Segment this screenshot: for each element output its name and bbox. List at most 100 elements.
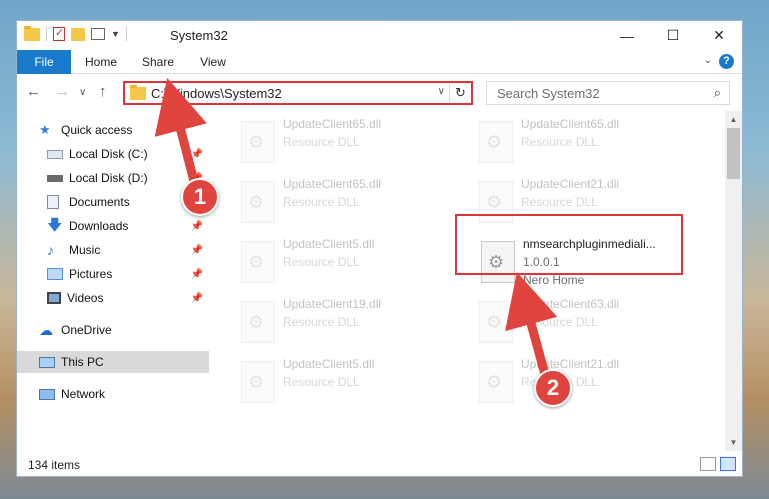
sidebar-item-label: Pictures bbox=[69, 267, 113, 281]
file-type: Resource DLL bbox=[283, 375, 360, 389]
navigation-pane: ★ Quick access Local Disk (C:) 📌 Local D… bbox=[17, 111, 209, 451]
scrollbar-thumb[interactable] bbox=[727, 128, 740, 179]
expand-ribbon-icon[interactable]: ⌄ bbox=[704, 55, 712, 66]
chevron-down-icon[interactable]: ∨ bbox=[438, 86, 445, 97]
drive-icon bbox=[47, 174, 63, 182]
file-name: UpdateClient63.dll bbox=[521, 297, 620, 311]
pin-icon: 📌 bbox=[190, 148, 203, 160]
sidebar-item-label: Local Disk (C:) bbox=[69, 147, 148, 161]
file-name: UpdateClient65.dll bbox=[521, 117, 620, 131]
sidebar-item-onedrive[interactable]: ☁ OneDrive bbox=[17, 319, 209, 341]
tab-view[interactable]: View bbox=[189, 50, 237, 74]
vertical-scrollbar[interactable]: ▲ ▼ bbox=[725, 111, 742, 451]
file-name: UpdateClient5.dll bbox=[283, 237, 375, 251]
pictures-icon bbox=[47, 268, 63, 280]
minimize-button[interactable]: — bbox=[604, 21, 650, 50]
sidebar-item-network[interactable]: Network bbox=[17, 383, 209, 405]
toolbar-divider bbox=[46, 27, 47, 41]
sidebar-item-this-pc[interactable]: This PC bbox=[17, 351, 209, 373]
back-button[interactable]: ← bbox=[26, 83, 41, 100]
search-icon[interactable]: ⌕ bbox=[714, 85, 721, 101]
up-button[interactable]: ↑ bbox=[99, 83, 107, 100]
sidebar-item-label: Network bbox=[61, 387, 106, 401]
file-item[interactable]: UpdateClient65.dll Resource DLL bbox=[235, 115, 465, 169]
file-type: Resource DLL bbox=[521, 195, 598, 209]
sidebar-item-pictures[interactable]: Pictures 📌 bbox=[17, 263, 209, 285]
dll-file-icon bbox=[479, 121, 513, 163]
sidebar-item-label: Videos bbox=[67, 291, 104, 305]
file-type: Resource DLL bbox=[521, 315, 598, 329]
properties-icon[interactable] bbox=[53, 26, 65, 41]
file-name: UpdateClient65.dll bbox=[283, 117, 382, 131]
view-switcher bbox=[700, 457, 736, 471]
refresh-button[interactable]: ↻ bbox=[449, 83, 471, 103]
tab-file[interactable]: File bbox=[17, 50, 71, 74]
folder-icon bbox=[130, 85, 146, 100]
search-placeholder: Search System32 bbox=[497, 86, 600, 101]
videos-icon bbox=[47, 292, 61, 304]
file-item[interactable]: UpdateClient5.dll Resource DLL bbox=[235, 355, 465, 409]
close-button[interactable]: ✕ bbox=[696, 21, 742, 50]
search-input[interactable]: Search System32 ⌕ bbox=[486, 81, 730, 105]
dll-file-icon bbox=[241, 301, 275, 343]
dll-file-icon bbox=[479, 361, 513, 403]
folder-icon bbox=[24, 25, 40, 41]
sidebar-item-label: This PC bbox=[61, 355, 104, 369]
pin-icon: 📌 bbox=[190, 268, 203, 280]
customize-toolbar-icon[interactable] bbox=[91, 28, 105, 40]
navigation-bar: ← → ∨ ↑ C:\Windows\System32 ∨ ↻ Search S… bbox=[17, 75, 742, 111]
file-item[interactable]: UpdateClient63.dll Resource DLL bbox=[473, 295, 703, 349]
sidebar-item-downloads[interactable]: 🡇 Downloads 📌 bbox=[17, 215, 209, 237]
file-type: Resource DLL bbox=[521, 135, 598, 149]
forward-button[interactable]: → bbox=[55, 83, 70, 100]
large-icons-view-icon[interactable] bbox=[720, 457, 736, 471]
file-type: Resource DLL bbox=[283, 315, 360, 329]
tab-home[interactable]: Home bbox=[75, 50, 127, 74]
title-bar: ▼ System32 — ☐ ✕ bbox=[17, 21, 742, 50]
file-type: Resource DLL bbox=[283, 195, 360, 209]
file-company: Nero Home bbox=[523, 273, 585, 287]
file-item[interactable]: UpdateClient21.dll Resource DLL bbox=[473, 355, 703, 409]
sidebar-item-local-disk-c[interactable]: Local Disk (C:) 📌 bbox=[17, 143, 209, 165]
sidebar-item-label: Music bbox=[69, 243, 101, 257]
sidebar-item-music[interactable]: ♪ Music 📌 bbox=[17, 239, 209, 261]
address-bar[interactable]: C:\Windows\System32 ∨ ↻ bbox=[123, 81, 473, 105]
status-bar: 134 items bbox=[17, 454, 742, 476]
file-highlight-box bbox=[455, 214, 683, 275]
file-item[interactable]: UpdateClient19.dll Resource DLL bbox=[235, 295, 465, 349]
help-icon[interactable]: ? bbox=[719, 54, 734, 69]
file-name: UpdateClient21.dll bbox=[521, 177, 620, 191]
dll-file-icon bbox=[479, 301, 513, 343]
file-item[interactable]: UpdateClient5.dll Resource DLL bbox=[235, 235, 465, 289]
file-name: UpdateClient19.dll bbox=[283, 297, 382, 311]
sidebar-item-local-disk-d[interactable]: Local Disk (D:) 📌 bbox=[17, 167, 209, 189]
file-item[interactable]: UpdateClient65.dll Resource DLL bbox=[473, 115, 703, 169]
address-path[interactable]: C:\Windows\System32 bbox=[151, 86, 282, 101]
recent-locations-button[interactable]: ∨ bbox=[79, 87, 86, 98]
file-name: UpdateClient21.dll bbox=[521, 357, 620, 371]
details-view-icon[interactable] bbox=[700, 457, 716, 471]
sidebar-item-quick-access[interactable]: ★ Quick access bbox=[17, 119, 209, 141]
maximize-button[interactable]: ☐ bbox=[650, 21, 696, 50]
star-icon: ★ bbox=[39, 122, 51, 137]
downloads-icon: 🡇 bbox=[47, 217, 63, 234]
file-type: Resource DLL bbox=[283, 255, 360, 269]
quick-access-toolbar: ▼ bbox=[24, 25, 127, 41]
music-icon: ♪ bbox=[47, 242, 54, 258]
toolbar-dropdown-icon[interactable]: ▼ bbox=[111, 29, 120, 39]
sidebar-item-label: Documents bbox=[69, 195, 130, 209]
scroll-down-icon[interactable]: ▼ bbox=[725, 434, 742, 451]
file-name: UpdateClient65.dll bbox=[283, 177, 382, 191]
sidebar-item-label: OneDrive bbox=[61, 323, 112, 337]
tab-share[interactable]: Share bbox=[131, 50, 185, 74]
file-type: Resource DLL bbox=[283, 135, 360, 149]
scroll-up-icon[interactable]: ▲ bbox=[725, 111, 742, 128]
sidebar-item-videos[interactable]: Videos 📌 bbox=[17, 287, 209, 309]
file-item[interactable]: UpdateClient65.dll Resource DLL bbox=[235, 175, 465, 229]
step-2-badge: 2 bbox=[534, 369, 572, 407]
new-folder-icon[interactable] bbox=[71, 27, 85, 41]
sidebar-item-label: Local Disk (D:) bbox=[69, 171, 148, 185]
step-1-badge: 1 bbox=[181, 178, 219, 216]
dll-file-icon bbox=[241, 241, 275, 283]
sidebar-item-label: Downloads bbox=[69, 219, 129, 233]
